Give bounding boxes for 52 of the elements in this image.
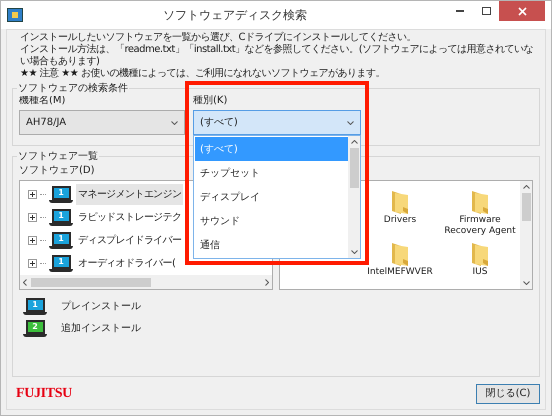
laptop-icon: 1 (49, 186, 73, 203)
expand-toggle[interactable] (28, 190, 37, 199)
scroll-thumb[interactable] (31, 278, 151, 286)
instruction-text: インストールしたいソフトウェアを一覧から選び、Cドライブにインストールしてください。 (20, 32, 417, 44)
laptop-icon: 1 (49, 255, 73, 272)
app-icon (7, 8, 23, 22)
folder-label[interactable]: IntelMEFWVER (367, 267, 433, 278)
scroll-thumb[interactable] (350, 148, 358, 188)
laptop-icon: 1 (49, 232, 73, 249)
scrollbar[interactable] (520, 181, 532, 289)
chevron-up-icon (350, 140, 358, 144)
horizontal-scrollbar[interactable] (20, 275, 272, 289)
chevron-down-icon (350, 250, 358, 254)
chevron-up-icon (522, 185, 530, 189)
folder-icon (469, 189, 491, 215)
close-icon (518, 6, 526, 16)
folder-label[interactable]: IUS (472, 267, 488, 278)
laptop-icon: 2 (23, 320, 47, 337)
tree-item[interactable]: オーディオドライバー( (76, 253, 178, 274)
laptop-icon: 1 (23, 298, 47, 315)
tree-item[interactable]: マネージメントエンジン (76, 184, 184, 205)
fujitsu-logo: FUJITSU (16, 385, 72, 403)
model-combo-box[interactable]: AH78/JA (19, 110, 185, 135)
instruction-text: インストール方法は、「readme.txt」「install.txt」などを参照してください。(ソフトウェアによっては用意されていない場合もあります) (20, 44, 534, 68)
expand-toggle[interactable] (28, 236, 37, 245)
folder-icon (469, 241, 491, 267)
chevron-down-icon (171, 120, 178, 124)
legend-label: プレインストール (61, 300, 141, 314)
chevron-down-icon (522, 281, 530, 285)
folder-label[interactable]: Drivers (384, 215, 416, 226)
close-button[interactable] (499, 1, 545, 21)
group-title: ソフトウェアの検索条件 (17, 81, 129, 96)
category-combo-box[interactable]: (すべて) (193, 110, 361, 135)
legend-label: 追加インストール (61, 322, 141, 336)
expand-toggle[interactable] (28, 213, 37, 222)
field-label: ソフトウェア(D) (19, 164, 95, 177)
close-dialog-button[interactable]: 閉じる(C) (476, 384, 540, 404)
chevron-left-icon (23, 278, 27, 286)
expand-toggle[interactable] (28, 259, 37, 268)
chevron-right-icon (265, 278, 269, 286)
instruction-text: ★★ 注意 ★★ お使いの機種によっては、ご利用になれないソフトウェアがあります。 (20, 68, 386, 80)
folder-label[interactable]: Firmware Recovery Agent (440, 215, 520, 237)
folder-icon (389, 241, 411, 267)
laptop-icon: 1 (49, 209, 73, 226)
folder-icon (389, 189, 411, 215)
chevron-down-icon (347, 120, 354, 124)
window-title: ソフトウェアディスク検索 (162, 7, 308, 24)
tree-item[interactable]: ラピッドストレージテク (76, 207, 184, 228)
scroll-thumb[interactable] (522, 193, 530, 221)
tree-item[interactable]: ディスプレイドライバー (76, 230, 184, 251)
field-label: 種別(K) (193, 94, 228, 107)
scrollbar[interactable] (348, 136, 360, 258)
